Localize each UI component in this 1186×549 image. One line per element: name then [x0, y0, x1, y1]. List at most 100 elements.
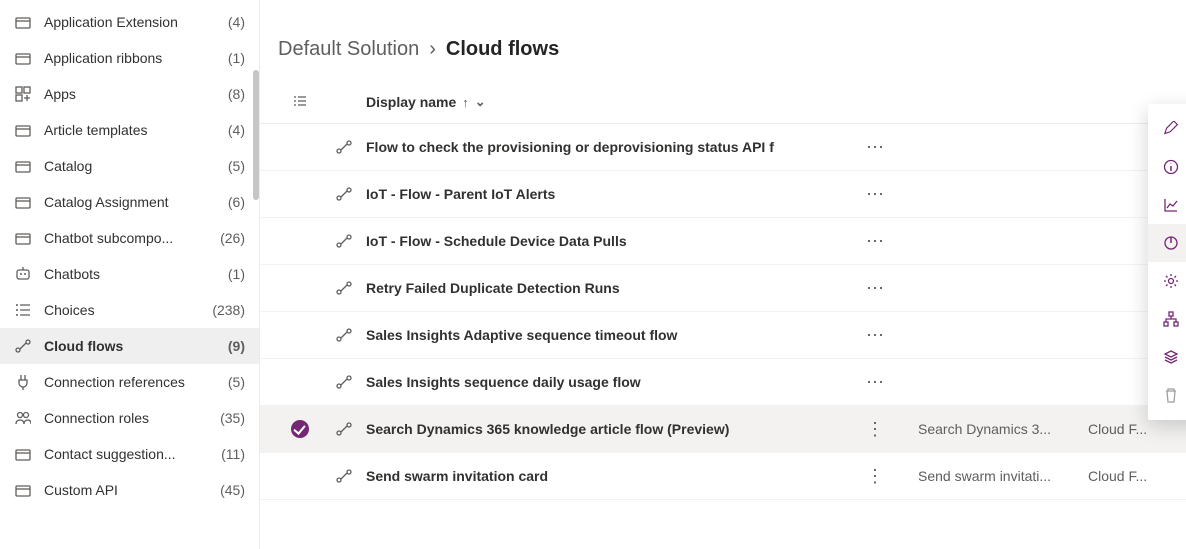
sidebar-item-label: Chatbot subcompo...	[44, 228, 208, 248]
trash-icon	[1162, 386, 1180, 404]
row-display-name[interactable]: Sales Insights Adaptive sequence timeout…	[366, 327, 677, 343]
folder-icon	[14, 49, 32, 67]
sidebar-item-application-ribbons[interactable]: Application ribbons (1)	[0, 40, 259, 76]
ctx-details[interactable]: Details | ›	[1148, 148, 1186, 186]
power-icon	[1162, 234, 1180, 252]
more-icon[interactable]: ⋯	[862, 227, 888, 255]
edit-icon	[1162, 120, 1180, 138]
sidebar-item-choices[interactable]: Choices (238)	[0, 292, 259, 328]
more-icon[interactable]: ⋯	[862, 180, 888, 208]
table-row[interactable]: Retry Failed Duplicate Detection Runs ⋯	[260, 265, 1186, 312]
sidebar-item-label: Application Extension	[44, 12, 216, 32]
row-display-name[interactable]: Flow to check the provisioning or deprov…	[366, 139, 774, 155]
more-icon[interactable]: ⋯	[862, 321, 888, 349]
row-display-name[interactable]: Send swarm invitation card	[366, 468, 548, 484]
plug-icon	[14, 373, 32, 391]
row-display-name[interactable]: IoT - Flow - Parent IoT Alerts	[366, 186, 555, 202]
sidebar-item-count: (6)	[228, 192, 245, 212]
sidebar-item-count: (26)	[220, 228, 245, 248]
ctx-delete: Delete from this environment	[1148, 376, 1186, 414]
sidebar-item-label: Connection references	[44, 372, 216, 392]
layers-icon	[1162, 348, 1180, 366]
more-icon[interactable]: ⋯	[862, 368, 888, 396]
row-display-name[interactable]: Retry Failed Duplicate Detection Runs	[366, 280, 620, 296]
row-display-name[interactable]: Search Dynamics 365 knowledge article fl…	[366, 421, 729, 437]
chart-icon	[1162, 196, 1180, 214]
flow-icon	[322, 139, 366, 155]
more-icon[interactable]: ⋯	[862, 133, 888, 161]
checkmark-icon[interactable]	[291, 420, 309, 438]
sidebar-item-chatbots[interactable]: Chatbots (1)	[0, 256, 259, 292]
row-type: Cloud F...	[1088, 468, 1168, 484]
folder-icon	[14, 481, 32, 499]
folder-icon	[14, 157, 32, 175]
folder-icon	[14, 121, 32, 139]
breadcrumb-current: Cloud flows	[446, 38, 559, 61]
sidebar-item-connection-references[interactable]: Connection references (5)	[0, 364, 259, 400]
more-icon[interactable]: ⋮	[862, 415, 888, 443]
ctx-edit[interactable]: Edit | ›	[1148, 110, 1186, 148]
more-icon[interactable]: ⋮	[862, 462, 888, 490]
table-row[interactable]: Search Dynamics 365 knowledge article fl…	[260, 406, 1186, 453]
sidebar-item-label: Apps	[44, 84, 216, 104]
flow-icon	[322, 327, 366, 343]
sidebar-item-connection-roles[interactable]: Connection roles (35)	[0, 400, 259, 436]
table-row[interactable]: Sales Insights sequence daily usage flow…	[260, 359, 1186, 406]
column-header-display-name[interactable]: Display name ↑ ⌄	[366, 94, 862, 110]
sidebar-item-label: Chatbots	[44, 264, 216, 284]
scrollbar-thumb[interactable]	[253, 70, 259, 200]
sidebar-item-count: (35)	[220, 408, 245, 428]
table-row[interactable]: IoT - Flow - Schedule Device Data Pulls ⋯	[260, 218, 1186, 265]
flow-icon	[322, 280, 366, 296]
select-list-icon	[291, 93, 309, 111]
sidebar-item-count: (9)	[228, 336, 245, 356]
table-row[interactable]: Sales Insights Adaptive sequence timeout…	[260, 312, 1186, 359]
sort-ascending-icon: ↑	[462, 95, 469, 110]
chevron-down-icon[interactable]: ⌄	[475, 94, 486, 110]
sidebar-item-label: Choices	[44, 300, 200, 320]
flow-icon	[322, 233, 366, 249]
sidebar-item-cloud-flows[interactable]: Cloud flows (9)	[0, 328, 259, 364]
row-display-name[interactable]: Sales Insights sequence daily usage flow	[366, 374, 641, 390]
sidebar-item-catalog-assignment[interactable]: Catalog Assignment (6)	[0, 184, 259, 220]
breadcrumb-parent[interactable]: Default Solution	[278, 38, 419, 61]
flow-icon	[322, 374, 366, 390]
folder-icon	[14, 229, 32, 247]
ctx-turn-on[interactable]: Turn on	[1148, 224, 1186, 262]
flow-icon	[322, 186, 366, 202]
row-name-ref: Send swarm invitati...	[918, 468, 1088, 484]
sidebar-item-label: Cloud flows	[44, 336, 216, 356]
more-icon[interactable]: ⋯	[862, 274, 888, 302]
row-display-name[interactable]: IoT - Flow - Schedule Device Data Pulls	[366, 233, 627, 249]
sidebar-item-application-extension[interactable]: Application Extension (4)	[0, 4, 259, 40]
grid-header: Display name ↑ ⌄	[260, 85, 1186, 124]
sidebar-item-label: Catalog Assignment	[44, 192, 216, 212]
sidebar-item-count: (5)	[228, 372, 245, 392]
ctx-managed-properties[interactable]: Managed properties	[1148, 262, 1186, 300]
ctx-see-solution-layers[interactable]: See solution layers	[1148, 338, 1186, 376]
sidebar-item-chatbot-subcomponents[interactable]: Chatbot subcompo... (26)	[0, 220, 259, 256]
table-row[interactable]: IoT - Flow - Parent IoT Alerts ⋯	[260, 171, 1186, 218]
apps-icon	[14, 85, 32, 103]
sidebar-item-catalog[interactable]: Catalog (5)	[0, 148, 259, 184]
sidebar-item-count: (8)	[228, 84, 245, 104]
column-header-label: Display name	[366, 94, 456, 110]
ctx-see-analytics[interactable]: See analytics	[1148, 186, 1186, 224]
ctx-show-dependencies[interactable]: Show dependencies	[1148, 300, 1186, 338]
sidebar-item-count: (4)	[228, 12, 245, 32]
sidebar-item-count: (5)	[228, 156, 245, 176]
sidebar-item-count: (1)	[228, 48, 245, 68]
select-all-column[interactable]	[278, 93, 322, 111]
sidebar-item-label: Article templates	[44, 120, 216, 140]
table-row[interactable]: Send swarm invitation card ⋮ Send swarm in…	[260, 453, 1186, 500]
flow-icon	[14, 337, 32, 355]
sidebar-item-custom-api[interactable]: Custom API (45)	[0, 472, 259, 508]
sidebar-item-apps[interactable]: Apps (8)	[0, 76, 259, 112]
table-row[interactable]: Flow to check the provisioning or deprov…	[260, 124, 1186, 171]
folder-icon	[14, 193, 32, 211]
sidebar-item-count: (11)	[221, 444, 245, 464]
sidebar-item-count: (45)	[220, 480, 245, 500]
sidebar-item-count: (238)	[212, 300, 245, 320]
sidebar-item-contact-suggestion[interactable]: Contact suggestion... (11)	[0, 436, 259, 472]
sidebar-item-article-templates[interactable]: Article templates (4)	[0, 112, 259, 148]
